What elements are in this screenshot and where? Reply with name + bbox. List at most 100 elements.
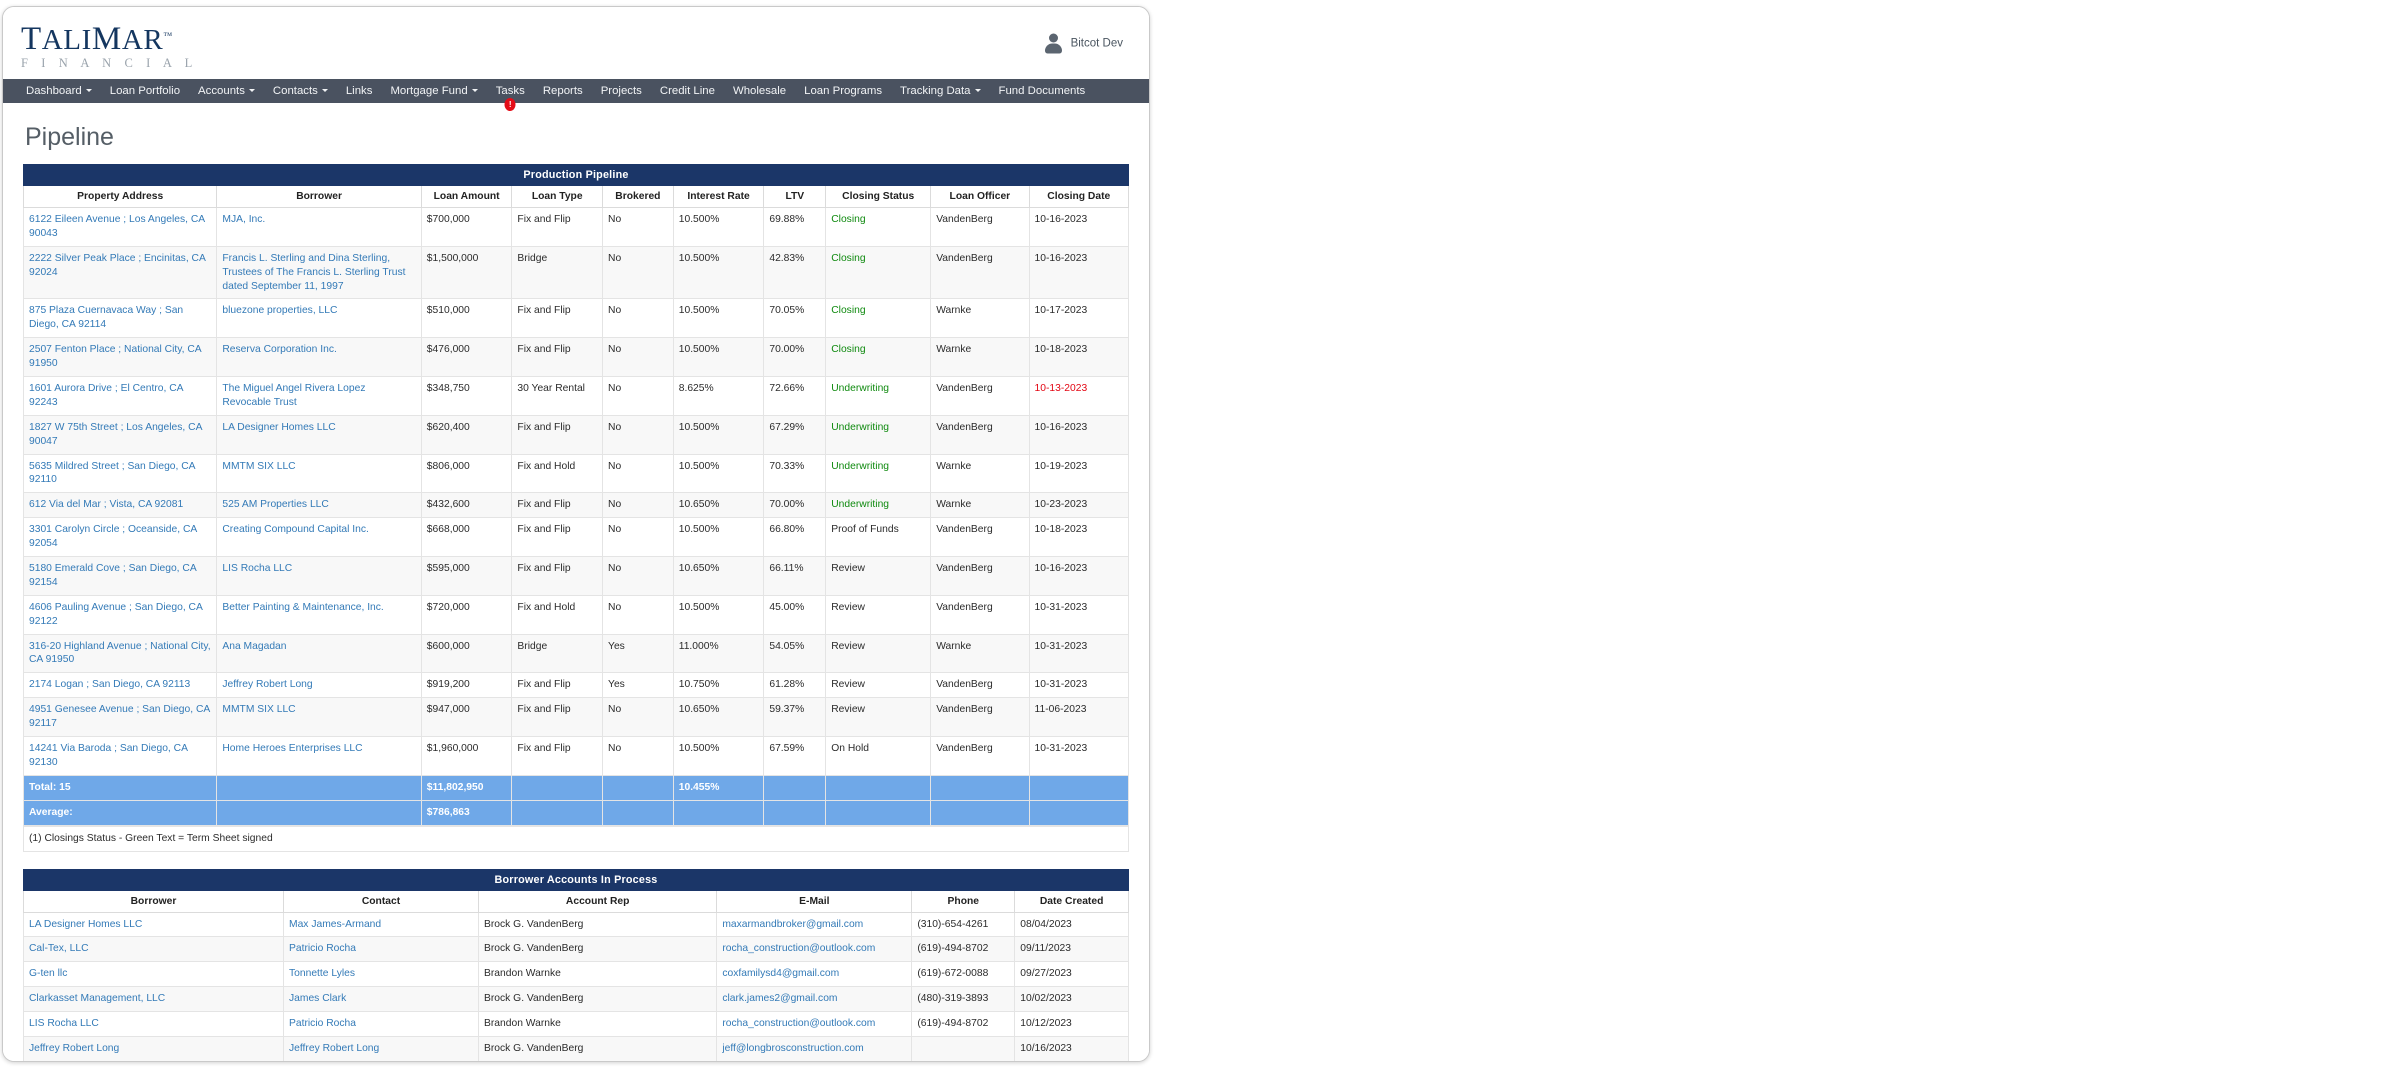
nav-item-loan-programs[interactable]: Loan Programs bbox=[795, 79, 891, 103]
production-table-body: 6122 Eileen Avenue ; Los Angeles, CA 900… bbox=[24, 208, 1129, 826]
nav-item-credit-line[interactable]: Credit Line bbox=[651, 79, 724, 103]
borrower-link[interactable]: Better Painting & Maintenance, Inc. bbox=[217, 595, 421, 634]
closing-status: Review bbox=[826, 557, 931, 596]
property-address-link[interactable]: 612 Via del Mar ; Vista, CA 92081 bbox=[24, 493, 217, 518]
total-cell-4 bbox=[603, 775, 674, 800]
borrower-link[interactable]: Jeffrey Robert Long bbox=[217, 673, 421, 698]
borrower-link[interactable]: Clarkasset Management, LLC bbox=[24, 987, 284, 1012]
email-link[interactable]: rocha_construction@outlook.com bbox=[717, 937, 912, 962]
borrower-link[interactable]: Creating Compound Capital Inc. bbox=[217, 518, 421, 557]
loan-type: Fix and Flip bbox=[512, 493, 603, 518]
email-link[interactable]: clark.james2@gmail.com bbox=[717, 987, 912, 1012]
property-address-link[interactable]: 2174 Logan ; San Diego, CA 92113 bbox=[24, 673, 217, 698]
borrower-link[interactable]: LIS Rocha LLC bbox=[24, 1012, 284, 1037]
closing-date: 11-06-2023 bbox=[1029, 698, 1128, 737]
col-date-created: Date Created bbox=[1015, 890, 1129, 912]
talimar-logo[interactable]: TALIMAR™ F I N A N C I A L bbox=[21, 17, 197, 70]
col-ltv: LTV bbox=[764, 186, 826, 208]
property-address-link[interactable]: 14241 Via Baroda ; San Diego, CA 92130 bbox=[24, 737, 217, 776]
nav-item-projects[interactable]: Projects bbox=[592, 79, 651, 103]
borrower-link[interactable]: Reserva Corporation Inc. bbox=[217, 338, 421, 377]
property-address-link[interactable]: 4951 Genesee Avenue ; San Diego, CA 9211… bbox=[24, 698, 217, 737]
closing-status: Proof of Funds bbox=[826, 518, 931, 557]
closing-status: Closing bbox=[826, 338, 931, 377]
property-address-link[interactable]: 316-20 Highland Avenue ; National City, … bbox=[24, 634, 217, 673]
closing-date: 10-16-2023 bbox=[1029, 415, 1128, 454]
loan-amount: $1,500,000 bbox=[421, 246, 512, 299]
contact-link[interactable]: Tonnette Lyles bbox=[284, 962, 479, 987]
loan-officer: Warnke bbox=[931, 493, 1029, 518]
borrower-link[interactable]: MMTM SIX LLC bbox=[217, 698, 421, 737]
property-address-link[interactable]: 3301 Carolyn Circle ; Oceanside, CA 9205… bbox=[24, 518, 217, 557]
loan-amount: $919,200 bbox=[421, 673, 512, 698]
property-address-link[interactable]: 875 Plaza Cuernavaca Way ; San Diego, CA… bbox=[24, 299, 217, 338]
borrower-link[interactable]: Jeffrey Robert Long bbox=[24, 1036, 284, 1061]
property-address-link[interactable]: 5180 Emerald Cove ; San Diego, CA 92154 bbox=[24, 557, 217, 596]
ltv: 72.66% bbox=[764, 377, 826, 416]
nav-item-loan-portfolio[interactable]: Loan Portfolio bbox=[101, 79, 189, 103]
ltv: 70.00% bbox=[764, 338, 826, 377]
production-column-headers: Property AddressBorrowerLoan AmountLoan … bbox=[24, 186, 1129, 208]
interest-rate: 10.500% bbox=[673, 338, 764, 377]
nav-item-contacts[interactable]: Contacts bbox=[264, 79, 337, 103]
borrower-link[interactable]: Ana Magadan bbox=[217, 634, 421, 673]
closing-status: Closing bbox=[826, 208, 931, 247]
property-address-link[interactable]: 1827 W 75th Street ; Los Angeles, CA 900… bbox=[24, 415, 217, 454]
email-link[interactable]: rocha_construction@outlook.com bbox=[717, 1012, 912, 1037]
loan-amount: $510,000 bbox=[421, 299, 512, 338]
total-cell-6 bbox=[764, 775, 826, 800]
loan-officer: Warnke bbox=[931, 338, 1029, 377]
contact-link[interactable]: James Clark bbox=[284, 987, 479, 1012]
production-pipeline-table: Production Pipeline Property AddressBorr… bbox=[23, 164, 1129, 826]
email-link[interactable]: jeff@longbrosconstruction.com bbox=[717, 1036, 912, 1061]
interest-rate: 10.500% bbox=[673, 415, 764, 454]
property-address-link[interactable]: 1601 Aurora Drive ; El Centro, CA 92243 bbox=[24, 377, 217, 416]
borrower-link[interactable]: bluezone properties, LLC bbox=[217, 299, 421, 338]
brokered: No bbox=[603, 737, 674, 776]
account-rep: Brock G. VandenBerg bbox=[479, 912, 717, 937]
closing-status: Closing bbox=[826, 246, 931, 299]
borrower-link[interactable]: LIS Rocha LLC bbox=[217, 557, 421, 596]
nav-item-accounts[interactable]: Accounts bbox=[189, 79, 264, 103]
contact-link[interactable]: Patricio Rocha bbox=[284, 1012, 479, 1037]
property-address-link[interactable]: 2222 Silver Peak Place ; Encinitas, CA 9… bbox=[24, 246, 217, 299]
nav-item-tracking-data[interactable]: Tracking Data bbox=[891, 79, 989, 103]
nav-item-fund-documents[interactable]: Fund Documents bbox=[990, 79, 1095, 103]
borrower-link[interactable]: MJA, Inc. bbox=[217, 208, 421, 247]
email-link[interactable]: maxarmandbroker@gmail.com bbox=[717, 912, 912, 937]
avatar bbox=[1043, 33, 1064, 54]
contact-link[interactable]: Jeffrey Robert Long bbox=[284, 1036, 479, 1061]
borrower-link[interactable]: G-ten llc bbox=[24, 962, 284, 987]
borrower-link[interactable]: LA Designer Homes LLC bbox=[217, 415, 421, 454]
borrower-link[interactable]: The Miguel Angel Rivera Lopez Revocable … bbox=[217, 377, 421, 416]
contact-link[interactable]: Patricio Rocha bbox=[284, 937, 479, 962]
contact-link[interactable]: Max James-Armand bbox=[284, 912, 479, 937]
average-cell-4 bbox=[603, 800, 674, 825]
nav-item-reports[interactable]: Reports bbox=[534, 79, 592, 103]
borrower-link[interactable]: Francis L. Sterling and Dina Sterling, T… bbox=[217, 246, 421, 299]
email-link[interactable]: coxfamilysd4@gmail.com bbox=[717, 962, 912, 987]
nav-item-dashboard[interactable]: Dashboard bbox=[17, 79, 101, 103]
brokered: Yes bbox=[603, 673, 674, 698]
property-address-link[interactable]: 2507 Fenton Place ; National City, CA 91… bbox=[24, 338, 217, 377]
brokered: No bbox=[603, 299, 674, 338]
property-address-link[interactable]: 6122 Eileen Avenue ; Los Angeles, CA 900… bbox=[24, 208, 217, 247]
tasks-alert-badge: ! bbox=[505, 98, 516, 111]
table-row: 2507 Fenton Place ; National City, CA 91… bbox=[24, 338, 1129, 377]
phone: (310)-654-4261 bbox=[912, 912, 1015, 937]
borrower-link[interactable]: Home Heroes Enterprises LLC bbox=[217, 737, 421, 776]
nav-item-tasks[interactable]: Tasks! bbox=[487, 79, 534, 103]
account-rep: Brock G. VandenBerg bbox=[479, 1036, 717, 1061]
loan-amount: $595,000 bbox=[421, 557, 512, 596]
borrower-link[interactable]: MMTM SIX LLC bbox=[217, 454, 421, 493]
property-address-link[interactable]: 5635 Mildred Street ; San Diego, CA 9211… bbox=[24, 454, 217, 493]
nav-item-links[interactable]: Links bbox=[337, 79, 382, 103]
borrower-link[interactable]: 525 AM Properties LLC bbox=[217, 493, 421, 518]
borrower-link[interactable]: LA Designer Homes LLC bbox=[24, 912, 284, 937]
nav-item-wholesale[interactable]: Wholesale bbox=[724, 79, 795, 103]
user-menu-left[interactable]: Bitcot Dev bbox=[1043, 33, 1123, 54]
borrower-link[interactable]: Cal-Tex, LLC bbox=[24, 937, 284, 962]
closing-date: 10-18-2023 bbox=[1029, 338, 1128, 377]
property-address-link[interactable]: 4606 Pauling Avenue ; San Diego, CA 9212… bbox=[24, 595, 217, 634]
nav-item-mortgage-fund[interactable]: Mortgage Fund bbox=[381, 79, 486, 103]
